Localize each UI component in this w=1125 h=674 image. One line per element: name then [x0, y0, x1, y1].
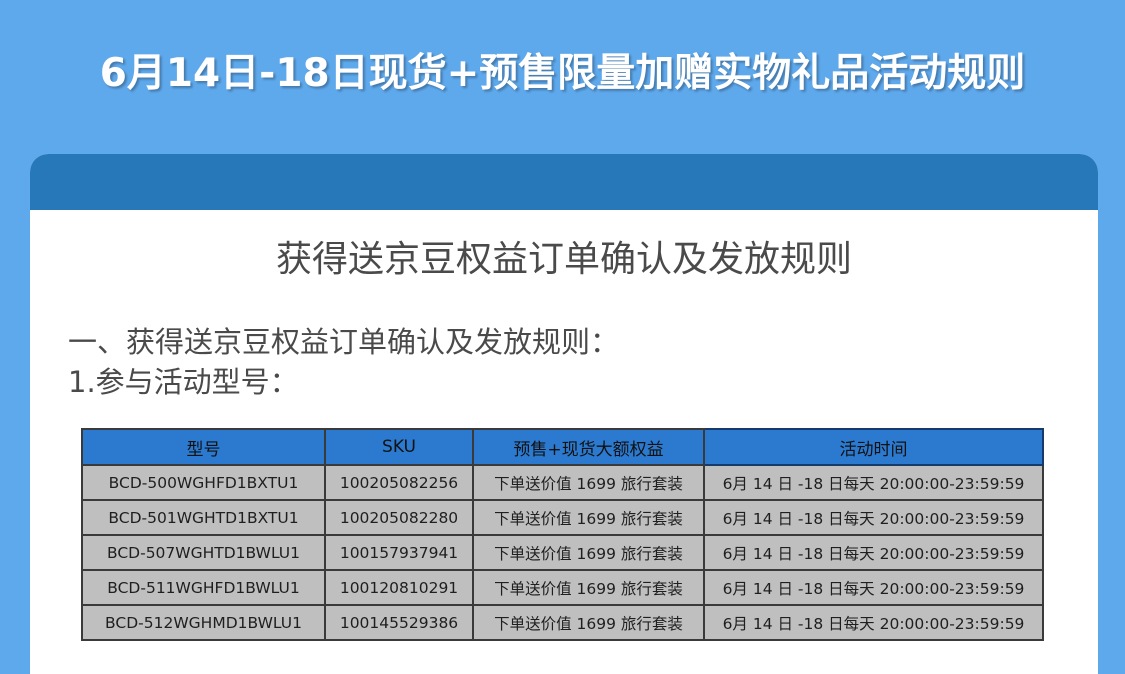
header-activity-time: 活动时间: [703, 428, 1044, 466]
cell-activity-time: 6月 14 日 -18 日每天 20:00:00-23:59:59: [703, 604, 1044, 641]
cell-sku: 100205082256: [324, 464, 474, 501]
section-heading: 一、获得送京豆权益订单确认及发放规则：: [68, 325, 620, 359]
participating-models-heading: 1.参与活动型号：: [68, 365, 299, 399]
cell-sku: 100145529386: [324, 604, 474, 641]
cell-model: BCD-501WGHTD1BXTU1: [81, 499, 326, 536]
table-row: BCD-501WGHTD1BXTU1 100205082280 下单送价值 16…: [81, 499, 1044, 536]
cell-activity-time: 6月 14 日 -18 日每天 20:00:00-23:59:59: [703, 464, 1044, 501]
table-row: BCD-500WGHFD1BXTU1 100205082256 下单送价值 16…: [81, 464, 1044, 501]
table-row: BCD-507WGHTD1BWLU1 100157937941 下单送价值 16…: [81, 534, 1044, 571]
cell-activity-time: 6月 14 日 -18 日每天 20:00:00-23:59:59: [703, 534, 1044, 571]
cell-sku: 100120810291: [324, 569, 474, 606]
models-table: 型号 SKU 预售+现货大额权益 活动时间 BCD-500WGHFD1BXTU1…: [81, 428, 1044, 641]
header-model: 型号: [81, 428, 326, 466]
cell-model: BCD-512WGHMD1BWLU1: [81, 604, 326, 641]
rules-card: 获得送京豆权益订单确认及发放规则 一、获得送京豆权益订单确认及发放规则： 1.参…: [30, 154, 1098, 674]
page-title: 6月14日-18日现货+预售限量加赠实物礼品活动规则: [99, 51, 1026, 96]
table-row: BCD-511WGHFD1BWLU1 100120810291 下单送价值 16…: [81, 569, 1044, 606]
cell-benefit: 下单送价值 1699 旅行套装: [472, 464, 705, 501]
cell-model: BCD-507WGHTD1BWLU1: [81, 534, 326, 571]
cell-benefit: 下单送价值 1699 旅行套装: [472, 569, 705, 606]
cell-model: BCD-500WGHFD1BXTU1: [81, 464, 326, 501]
cell-benefit: 下单送价值 1699 旅行套装: [472, 534, 705, 571]
cell-sku: 100205082280: [324, 499, 474, 536]
header-benefit: 预售+现货大额权益: [472, 428, 705, 466]
cell-benefit: 下单送价值 1699 旅行套装: [472, 604, 705, 641]
cell-benefit: 下单送价值 1699 旅行套装: [472, 499, 705, 536]
cell-activity-time: 6月 14 日 -18 日每天 20:00:00-23:59:59: [703, 499, 1044, 536]
header-sku: SKU: [324, 428, 474, 466]
cell-sku: 100157937941: [324, 534, 474, 571]
table-row: BCD-512WGHMD1BWLU1 100145529386 下单送价值 16…: [81, 604, 1044, 641]
card-header-bar: [30, 154, 1098, 210]
cell-activity-time: 6月 14 日 -18 日每天 20:00:00-23:59:59: [703, 569, 1044, 606]
cell-model: BCD-511WGHFD1BWLU1: [81, 569, 326, 606]
table-header-row: 型号 SKU 预售+现货大额权益 活动时间: [81, 428, 1044, 466]
card-title: 获得送京豆权益订单确认及发放规则: [275, 239, 852, 280]
